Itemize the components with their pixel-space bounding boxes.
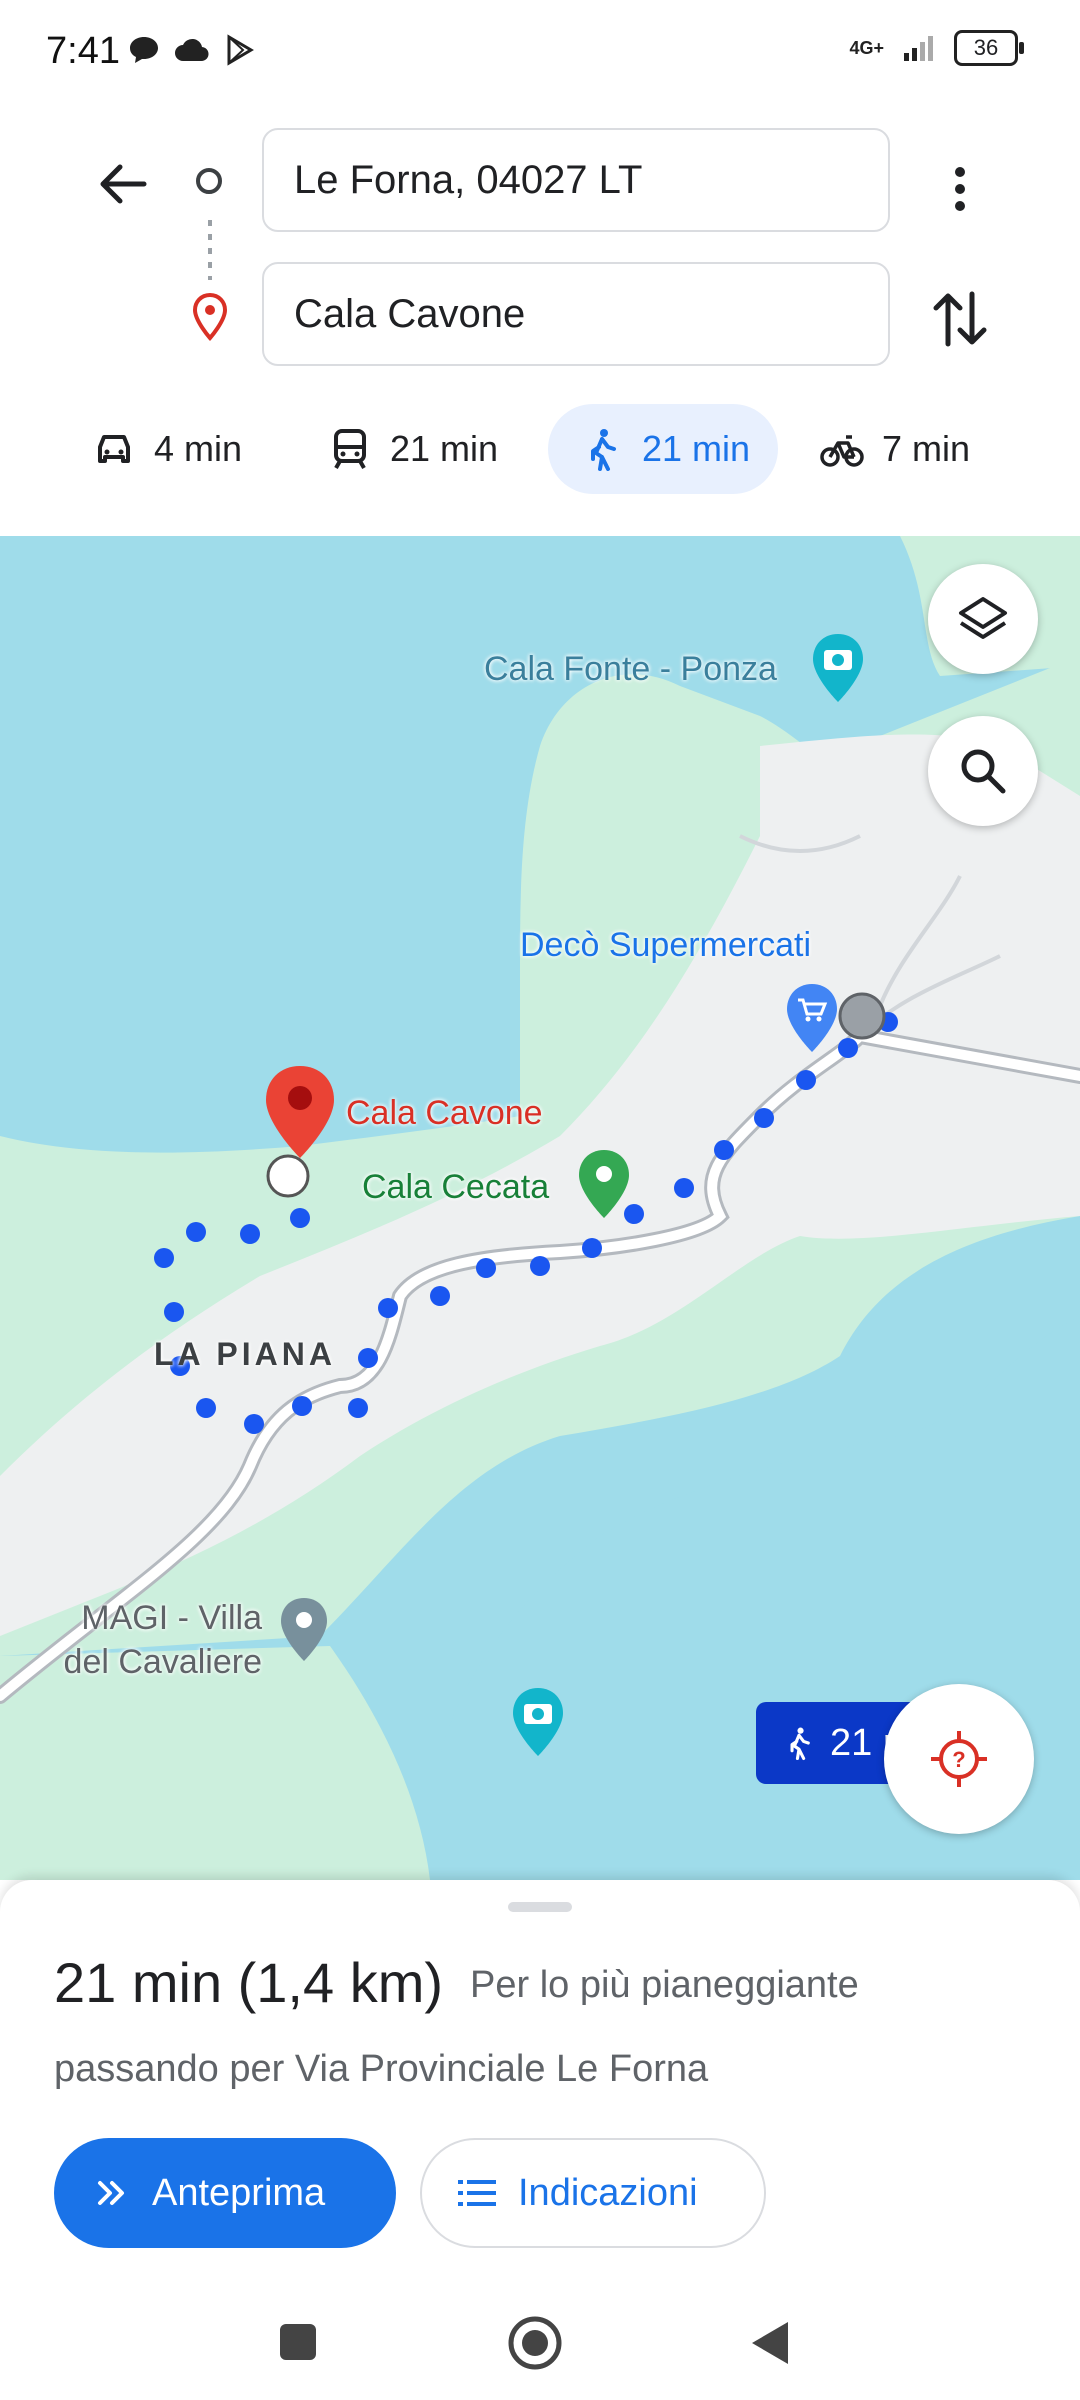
battery-icon: 36 <box>954 30 1024 66</box>
signal-icon <box>904 36 933 61</box>
status-time: 7:41 <box>46 30 120 72</box>
preview-label: Anteprima <box>152 2171 326 2214</box>
home-circle-icon[interactable] <box>506 2314 564 2372</box>
walk-icon <box>790 1727 810 1760</box>
double-chevron-icon <box>98 2181 124 2205</box>
villa-pin-icon[interactable] <box>278 1596 330 1664</box>
label-magi-line1: MAGI - Villa <box>81 1599 262 1637</box>
system-nav-bar <box>0 2300 1080 2400</box>
more-options-icon[interactable] <box>930 154 990 224</box>
destination-pin-icon <box>192 292 228 342</box>
play-store-icon <box>227 34 254 66</box>
label-cala-cecata[interactable]: Cala Cecata <box>362 1168 549 1207</box>
car-icon <box>98 435 130 463</box>
back-triangle-icon[interactable] <box>748 2318 792 2368</box>
directions-button[interactable]: Indicazioni <box>420 2138 766 2248</box>
route-time-distance: 21 min (1,4 km) <box>54 1951 443 2014</box>
label-deco-supermercati[interactable]: Decò Supermercati <box>520 926 811 965</box>
mode-car-label: 4 min <box>154 428 243 469</box>
layers-icon <box>959 597 1007 639</box>
walk-icon <box>591 429 616 471</box>
battery-level: 36 <box>973 35 999 60</box>
svg-text:?: ? <box>952 1747 965 1772</box>
route-connector-dots <box>208 220 212 280</box>
mode-transit-label: 21 min <box>390 428 499 469</box>
search-button[interactable] <box>928 716 1038 826</box>
route-summary-sheet[interactable]: 21 min (1,4 km) Per lo più pianeggiante … <box>0 1880 1080 2300</box>
mode-transit[interactable]: 21 min <box>328 404 498 494</box>
supermarket-pin-icon[interactable] <box>784 982 840 1054</box>
preview-button[interactable]: Anteprima <box>54 2138 396 2248</box>
search-icon <box>961 749 1006 794</box>
cala-cavone-pin-icon[interactable] <box>262 1064 338 1160</box>
photo-spot-pin-icon-2[interactable] <box>510 1686 566 1758</box>
directions-label: Indicazioni <box>518 2171 698 2214</box>
label-cala-fonte[interactable]: Cala Fonte - Ponza <box>484 650 777 689</box>
train-icon <box>334 429 366 469</box>
location-button[interactable]: ? <box>884 1684 1034 1834</box>
travel-modes: 4 min 21 min 21 min 7 min <box>0 404 1080 500</box>
recents-square-icon[interactable] <box>276 2320 320 2364</box>
network-label: 4G+ <box>849 37 884 58</box>
label-magi-line2: del Cavaliere <box>63 1643 262 1681</box>
mode-bike-label: 7 min <box>882 428 971 469</box>
mode-car[interactable]: 4 min <box>92 404 242 494</box>
location-unknown-icon: ? <box>931 1731 987 1787</box>
directions-header: Le Forna, 04027 LT Cala Cavone 4 min 21 … <box>0 104 1080 536</box>
map-view[interactable]: Cala Fonte - Ponza Decò Supermercati Cal… <box>0 536 1080 1880</box>
mode-walk-label: 21 min <box>642 428 751 469</box>
label-magi-villa[interactable]: MAGI - Villa del Cavaliere <box>40 1596 262 1684</box>
mode-bike[interactable]: 7 min <box>820 404 970 494</box>
cala-cecata-pin-icon[interactable] <box>576 1148 632 1220</box>
label-la-piana: LA PIANA <box>154 1336 336 1372</box>
mode-walk[interactable]: 21 min <box>548 404 779 494</box>
route-via: passando per Via Provinciale Le Forna <box>54 2048 709 2090</box>
origin-circle-icon <box>196 168 222 194</box>
sheet-drag-handle[interactable] <box>508 1902 572 1912</box>
list-icon <box>458 2180 496 2206</box>
bike-icon <box>820 435 864 467</box>
chat-bubble-icon <box>130 37 158 63</box>
destination-field[interactable]: Cala Cavone <box>262 262 890 366</box>
label-cala-cavone[interactable]: Cala Cavone <box>346 1094 543 1133</box>
origin-field[interactable]: Le Forna, 04027 LT <box>262 128 890 232</box>
photo-spot-pin-icon[interactable] <box>810 632 866 704</box>
swap-icon[interactable] <box>928 284 992 354</box>
status-bar: 7:41 4G+ 36 <box>0 0 1080 104</box>
layers-button[interactable] <box>928 564 1038 674</box>
back-arrow-icon[interactable] <box>92 154 152 214</box>
cloud-icon <box>175 38 209 62</box>
route-terrain: Per lo più pianeggiante <box>470 1964 859 2006</box>
